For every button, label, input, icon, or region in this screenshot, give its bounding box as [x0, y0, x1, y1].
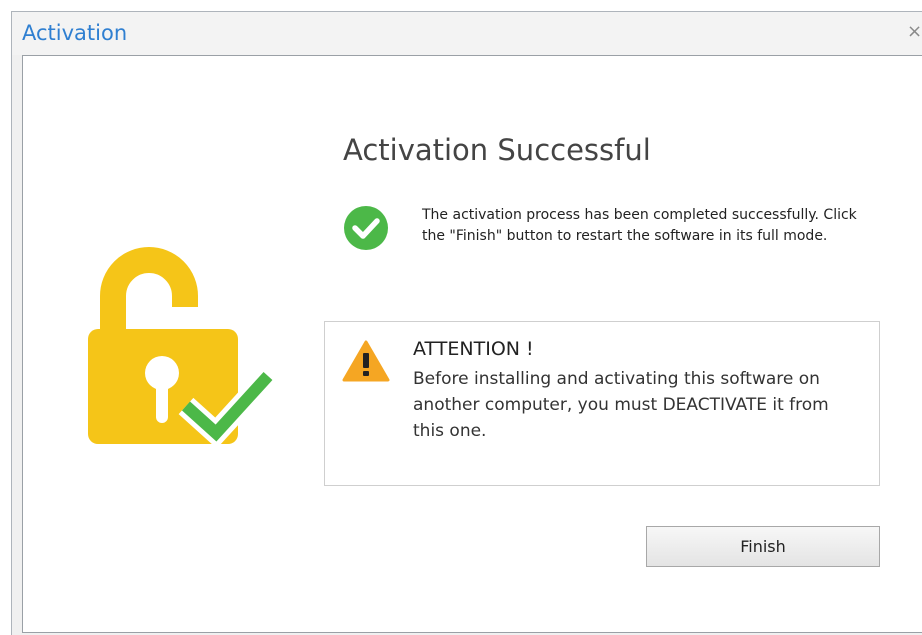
window-title: Activation	[22, 21, 128, 45]
padlock-shackle	[100, 247, 198, 336]
page-title: Activation Successful	[343, 133, 651, 167]
padlock-keyhole-slot	[156, 379, 168, 423]
activation-dialog: Activation × Activation Successful The a…	[11, 11, 922, 635]
title-bar[interactable]: Activation ×	[12, 12, 922, 55]
attention-panel: ATTENTION ! Before installing and activa…	[324, 321, 880, 486]
warning-triangle-icon	[342, 340, 390, 382]
finish-button[interactable]: Finish	[646, 526, 880, 567]
attention-title: ATTENTION !	[413, 338, 534, 360]
unlocked-padlock-icon	[88, 247, 277, 449]
dialog-content: Activation Successful The activation pro…	[22, 55, 922, 633]
attention-text: Before installing and activating this so…	[413, 369, 829, 441]
check-circle-icon	[344, 206, 388, 250]
success-message: The activation process has been complete…	[422, 207, 857, 244]
close-icon[interactable]: ×	[907, 21, 922, 43]
